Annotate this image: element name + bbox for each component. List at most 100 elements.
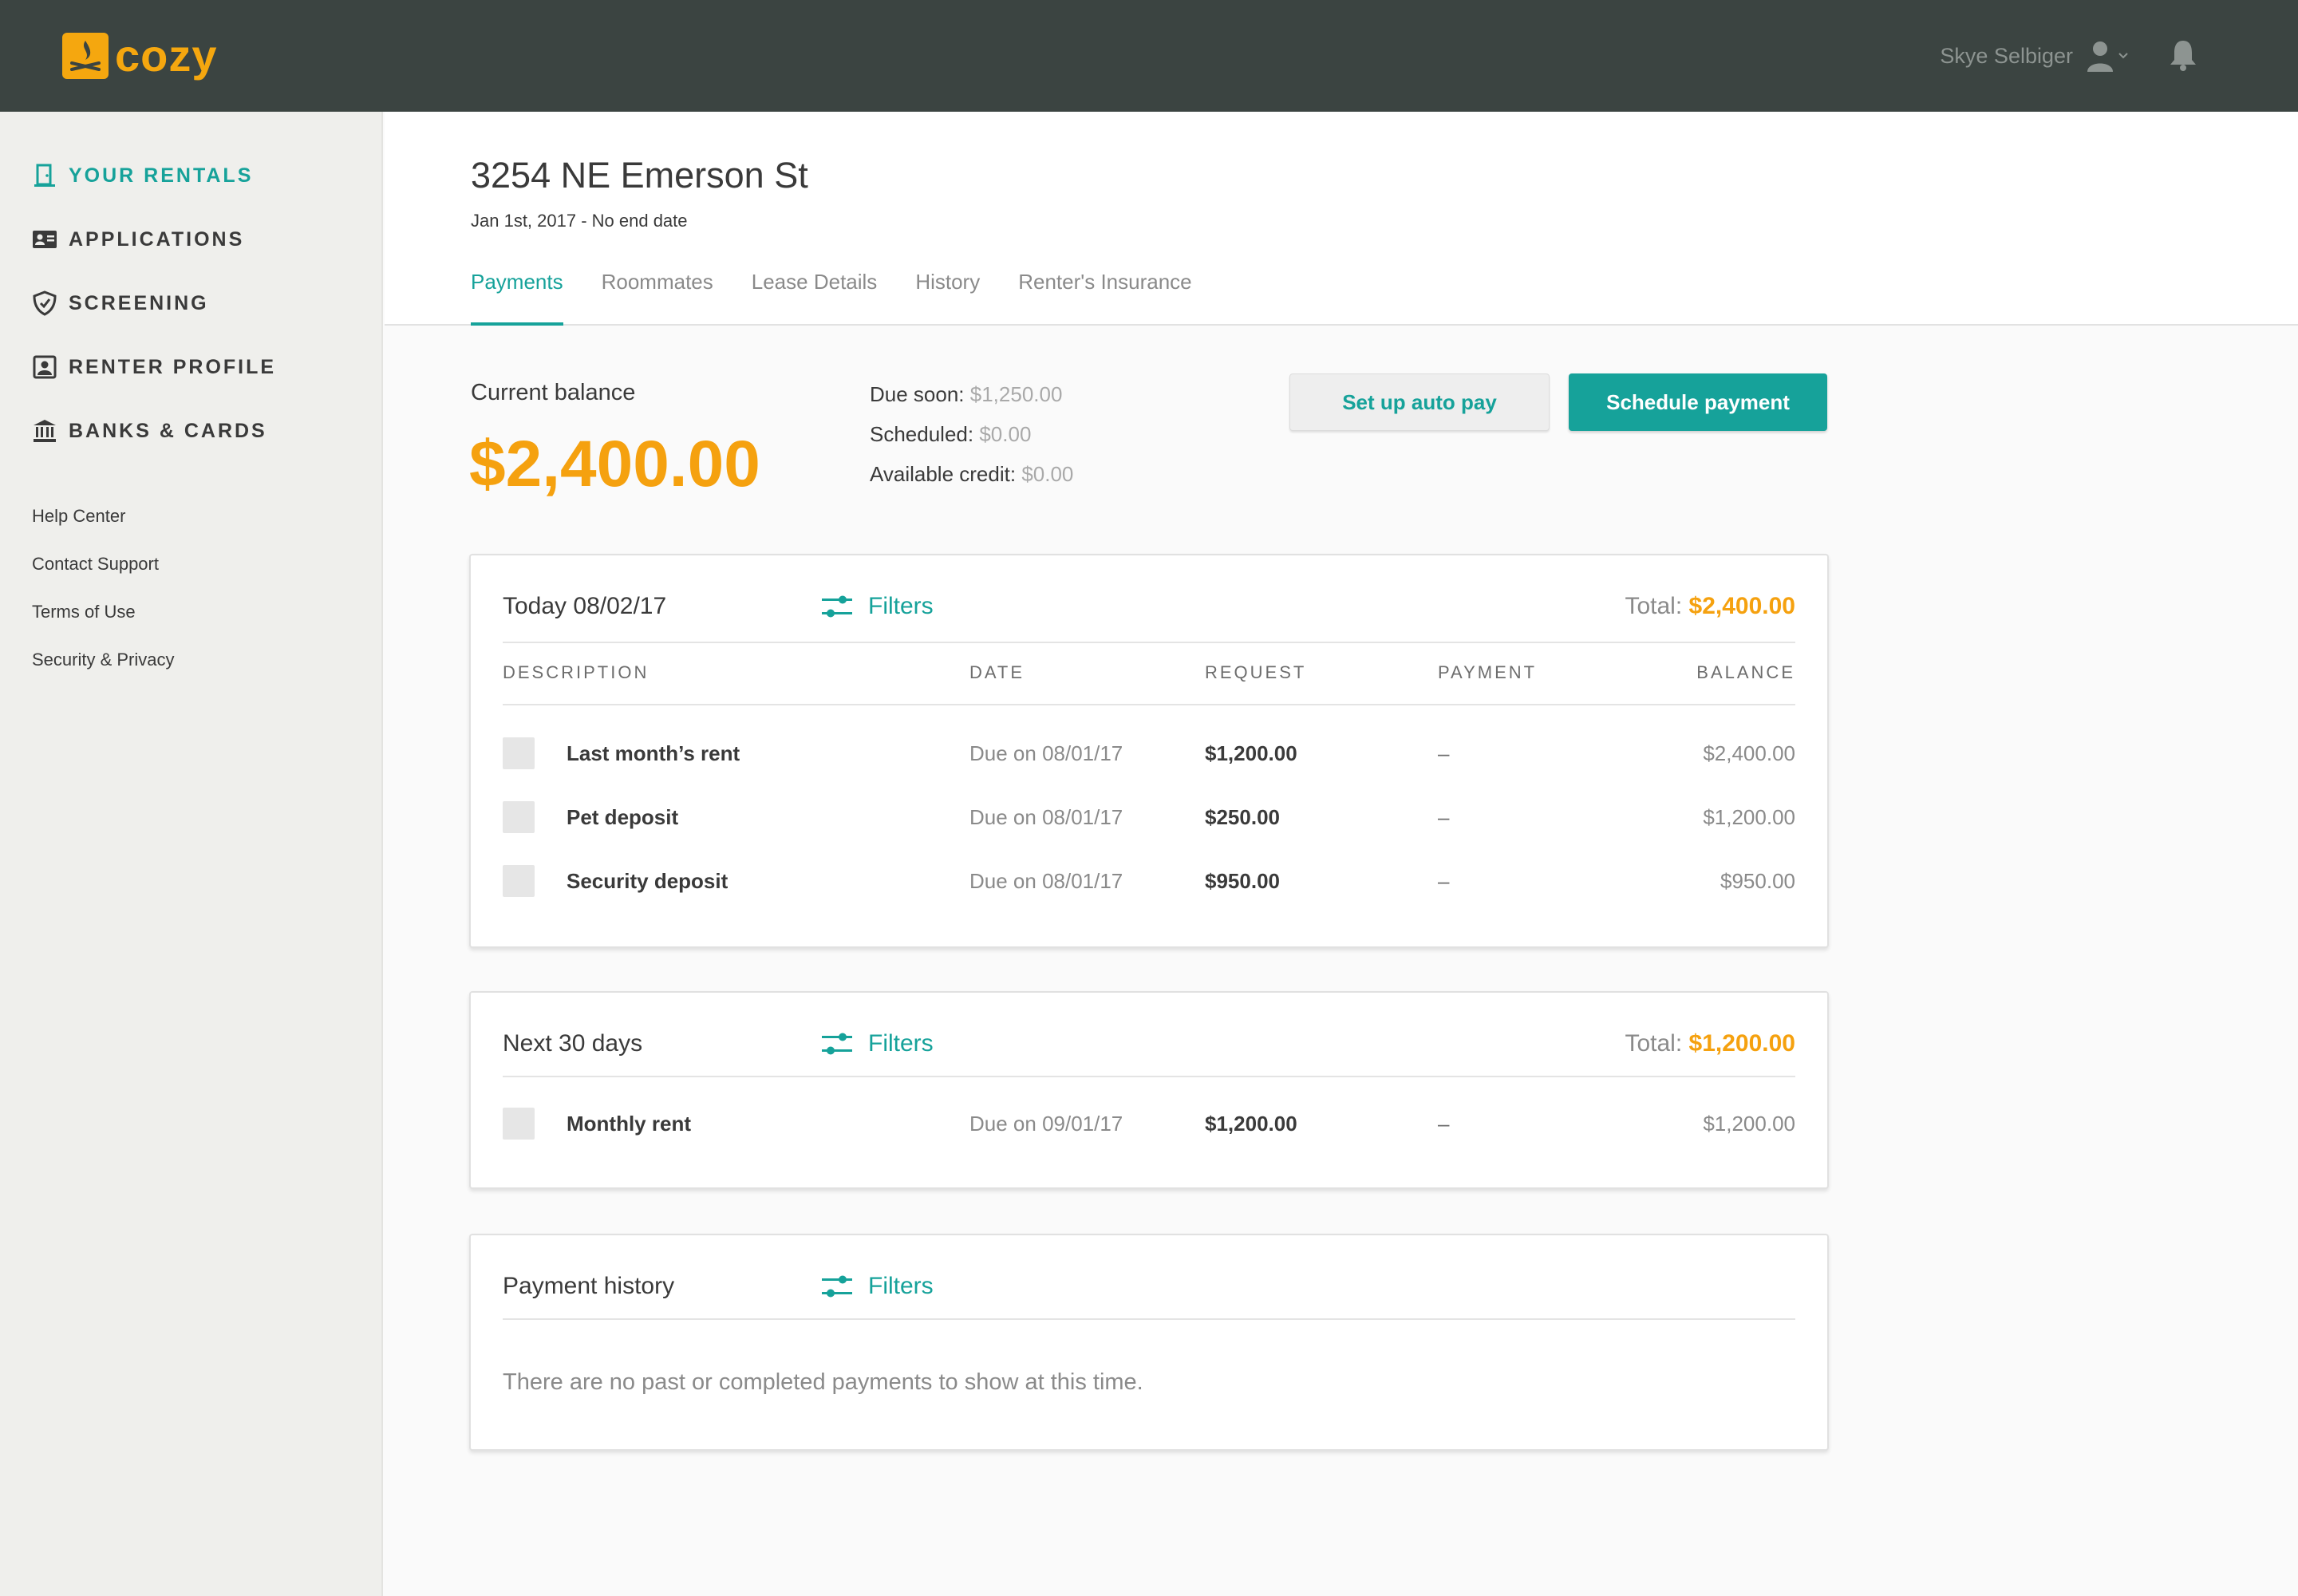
divider [503,642,1795,643]
tab-payments[interactable]: Payments [471,268,563,326]
available-credit: Available credit: $0.00 [870,460,1073,488]
contact-support-link[interactable]: Contact Support [32,552,159,576]
row-date: Due on 09/01/17 [969,1112,1123,1136]
available-credit-label: Available credit: [870,462,1017,486]
due-soon-label: Due soon: [870,382,965,406]
row-checkbox[interactable] [503,1108,535,1140]
today-payments-card: Today 08/02/17 Filters Total: $2,400.00 … [469,554,1829,948]
sidebar-item-your-rentals[interactable]: YOUR RENTALS [32,160,253,192]
card-total: Total: $1,200.00 [1625,1028,1795,1060]
page-header: 3254 NE Emerson St Jan 1st, 2017 - No en… [385,112,2298,326]
row-date: Due on 08/01/17 [969,741,1123,765]
card-title: Next 30 days [503,1030,643,1057]
row-description: Monthly rent [567,1112,691,1136]
payment-history-card: Payment history Filters There are no pas… [469,1234,1829,1451]
table-row: Last month’s rent Due on 08/01/17 $1,200… [503,736,1795,771]
security-privacy-link[interactable]: Security & Privacy [32,648,175,672]
sidebar-item-label: YOUR RENTALS [69,164,254,187]
sidebar-item-screening[interactable]: SCREENING [32,287,209,319]
id-card-icon [32,227,57,252]
filters-label: Filters [868,1030,934,1057]
row-balance: $1,200.00 [1703,805,1795,829]
total-amount: $1,200.00 [1688,1030,1795,1057]
filters-button[interactable]: Filters [822,1028,934,1060]
scheduled-value: $0.00 [979,422,1032,446]
brand-name: cozy [115,30,218,81]
row-payment: – [1438,869,1450,893]
help-center-link[interactable]: Help Center [32,504,125,528]
column-header-balance: BALANCE [1696,662,1795,682]
page-title: 3254 NE Emerson St [471,155,808,196]
divider [503,1318,1795,1320]
sidebar-item-label: BANKS & CARDS [69,419,267,442]
tab-renters-insurance[interactable]: Renter's Insurance [1018,268,1191,326]
shield-icon [32,290,57,316]
column-header-description: DESCRIPTION [503,662,650,682]
row-balance: $950.00 [1720,869,1795,893]
set-up-auto-pay-button[interactable]: Set up auto pay [1289,373,1550,431]
row-payment: – [1438,805,1450,829]
row-request: $950.00 [1205,869,1280,893]
sidebar-item-label: SCREENING [69,291,209,314]
row-checkbox[interactable] [503,801,535,833]
scheduled-label: Scheduled: [870,422,974,446]
divider [503,704,1795,705]
total-label: Total: [1625,1030,1683,1057]
row-payment: – [1438,741,1450,765]
total-amount: $2,400.00 [1688,593,1795,619]
card-title: Today 08/02/17 [503,593,667,619]
bell-icon[interactable] [2167,38,2202,73]
user-menu-button[interactable] [2086,38,2132,73]
row-description: Security deposit [567,869,728,893]
profile-icon [32,354,57,380]
user-name[interactable]: Skye Selbiger [1940,40,2073,72]
row-description: Last month’s rent [567,741,740,765]
empty-state-message: There are no past or completed payments … [503,1369,1143,1395]
filters-button[interactable]: Filters [822,591,934,622]
total-label: Total: [1625,593,1683,619]
row-checkbox[interactable] [503,737,535,769]
logo-icon [62,33,109,79]
row-description: Pet deposit [567,805,679,829]
sidebar-item-renter-profile[interactable]: RENTER PROFILE [32,351,276,383]
tab-roommates[interactable]: Roommates [602,268,713,326]
user-icon [2087,41,2113,72]
row-request: $1,200.00 [1205,741,1297,765]
row-date: Due on 08/01/17 [969,805,1123,829]
scheduled: Scheduled: $0.00 [870,420,1031,448]
bank-icon [32,418,57,444]
filters-label: Filters [868,593,934,619]
schedule-payment-button[interactable]: Schedule payment [1569,373,1827,431]
row-checkbox[interactable] [503,865,535,897]
next-30-days-card: Next 30 days Filters Total: $1,200.00 Mo… [469,991,1829,1189]
divider [503,1076,1795,1077]
sidebar-item-applications[interactable]: APPLICATIONS [32,223,244,255]
current-balance-label: Current balance [471,380,636,405]
row-payment: – [1438,1112,1450,1136]
filters-button[interactable]: Filters [822,1270,934,1302]
row-date: Due on 08/01/17 [969,869,1123,893]
cozy-logo[interactable]: cozy [62,30,218,81]
row-balance: $2,400.00 [1703,741,1795,765]
table-row: Monthly rent Due on 09/01/17 $1,200.00 –… [503,1106,1795,1141]
row-balance: $1,200.00 [1703,1112,1795,1136]
terms-of-use-link[interactable]: Terms of Use [32,600,136,624]
column-header-request: REQUEST [1205,662,1307,682]
tab-history[interactable]: History [915,268,980,326]
current-balance-amount: $2,400.00 [469,428,760,500]
card-total: Total: $2,400.00 [1625,591,1795,622]
card-title: Payment history [503,1273,675,1299]
table-row: Pet deposit Due on 08/01/17 $250.00 – $1… [503,800,1795,835]
table-row: Security deposit Due on 08/01/17 $950.00… [503,863,1795,899]
row-request: $1,200.00 [1205,1112,1297,1136]
chevron-down-icon [2118,53,2128,59]
sidebar-item-label: RENTER PROFILE [69,355,277,378]
sliders-icon [822,1275,852,1298]
row-request: $250.00 [1205,805,1280,829]
column-header-payment: PAYMENT [1438,662,1538,682]
available-credit-value: $0.00 [1021,462,1074,486]
sidebar-item-banks-cards[interactable]: BANKS & CARDS [32,415,267,447]
sidebar-item-label: APPLICATIONS [69,227,245,251]
column-header-date: DATE [969,662,1025,682]
tab-lease-details[interactable]: Lease Details [752,268,878,326]
